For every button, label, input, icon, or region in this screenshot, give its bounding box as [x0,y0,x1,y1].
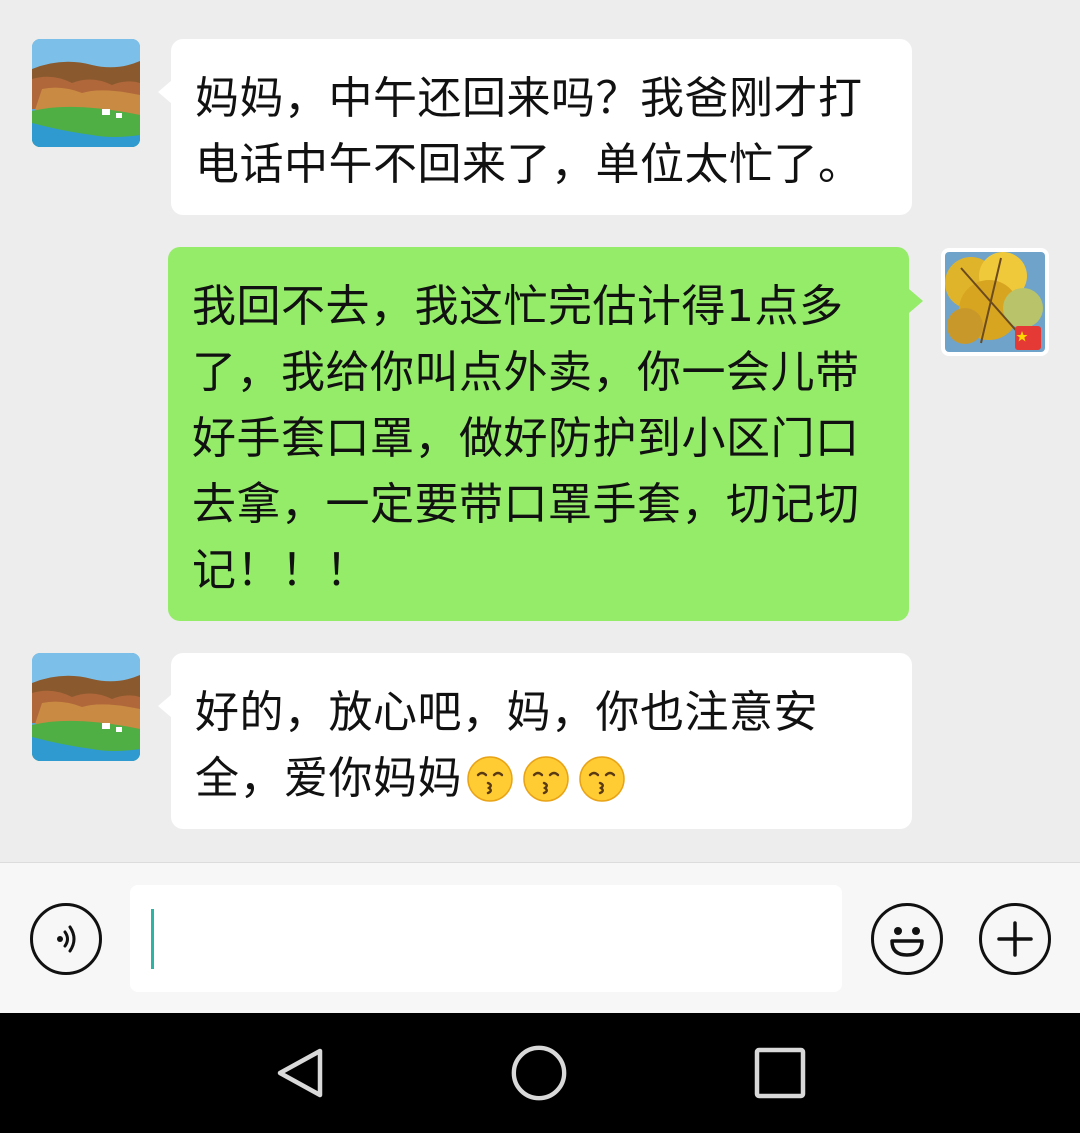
message-input[interactable] [130,885,842,992]
message-text: 我回不去，我这忙完估计得1点多了，我给你叫点外卖，你一会儿带好手套口罩，做好防护… [192,281,860,596]
back-button[interactable] [270,1043,330,1103]
message-bubble-outgoing[interactable]: 我回不去，我这忙完估计得1点多了，我给你叫点外卖，你一会儿带好手套口罩，做好防护… [168,247,909,621]
message-bubble-incoming[interactable]: 妈妈，中午还回来吗？我爸刚才打电话中午不回来了，单位太忙了。 [171,39,912,215]
contact-avatar[interactable] [32,653,140,761]
chat-area[interactable]: 妈妈，中午还回来吗？我爸刚才打电话中午不回来了，单位太忙了。 我回不去，我这忙完… [0,0,1080,862]
voice-button[interactable] [30,903,102,975]
landscape-avatar-icon [32,39,140,147]
home-button[interactable] [509,1043,569,1103]
landscape-avatar-icon [32,653,140,761]
bubble-tail [158,694,172,718]
bubble-tail [909,289,923,313]
smiley-icon [890,927,924,957]
kissing-face-icon [467,756,513,802]
contact-avatar[interactable] [32,39,140,147]
emoji-group [466,755,626,803]
text-cursor [151,909,154,969]
kissing-face-icon [579,756,625,802]
home-circle-icon [511,1045,567,1101]
own-avatar[interactable] [941,248,1049,356]
emoji-button[interactable] [871,903,943,975]
message-bubble-incoming[interactable]: 好的，放心吧，妈，你也注意安全，爱你妈妈 [171,653,912,829]
input-bar [0,862,1080,1013]
bubble-tail [158,80,172,104]
back-triangle-icon [277,1048,323,1098]
more-button[interactable] [979,903,1051,975]
voice-icon [57,925,76,953]
recents-button[interactable] [750,1043,810,1103]
message-text: 妈妈，中午还回来吗？我爸刚才打电话中午不回来了，单位太忙了。 [195,73,863,190]
plus-icon [997,921,1033,957]
recents-square-icon [754,1047,806,1099]
ginkgo-avatar-icon [941,248,1049,356]
system-navigation-bar [0,1013,1080,1133]
kissing-face-icon [523,756,569,802]
